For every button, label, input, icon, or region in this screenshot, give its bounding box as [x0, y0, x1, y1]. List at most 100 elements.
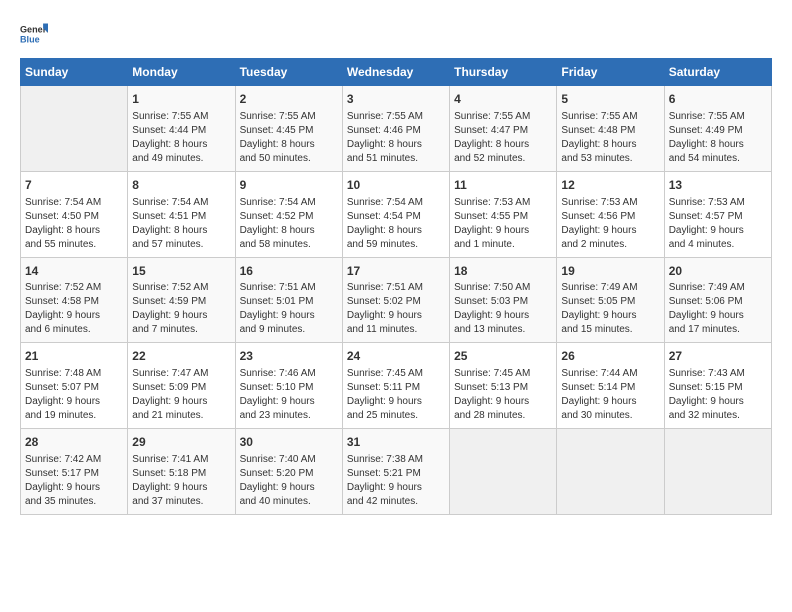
calendar-cell: 29Sunrise: 7:41 AMSunset: 5:18 PMDayligh… [128, 429, 235, 515]
day-info: Sunrise: 7:43 AMSunset: 5:15 PMDaylight:… [669, 367, 767, 423]
day-info: Sunrise: 7:54 AMSunset: 4:50 PMDaylight:… [25, 196, 123, 252]
day-number: 23 [240, 348, 338, 365]
calendar-cell: 25 Sunrise: 7:45 AMSunset: 5:13 PMDayligh… [450, 343, 557, 429]
calendar-cell: 17Sunrise: 7:51 AMSunset: 5:02 PMDayligh… [342, 257, 449, 343]
day-info: Sunrise: 7:52 AMSunset: 4:59 PMDaylight:… [132, 281, 230, 337]
calendar-cell: 27 Sunrise: 7:43 AMSunset: 5:15 PMDayligh… [664, 343, 771, 429]
week-row-4: 21Sunrise: 7:48 AMSunset: 5:07 PMDayligh… [21, 343, 772, 429]
day-number: 1 [132, 91, 230, 108]
calendar-cell: 24 Sunrise: 7:45 AMSunset: 5:11 PMDayligh… [342, 343, 449, 429]
column-header-sunday: Sunday [21, 59, 128, 86]
calendar-cell: 12 Sunrise: 7:53 AMSunset: 4:56 PMDayligh… [557, 171, 664, 257]
day-number: 21 [25, 348, 123, 365]
calendar-cell: 4 Sunrise: 7:55 AMSunset: 4:47 PMDaylight… [450, 86, 557, 172]
day-number: 18 [454, 263, 552, 280]
calendar-cell: 26 Sunrise: 7:44 AMSunset: 5:14 PMDayligh… [557, 343, 664, 429]
day-number: 17 [347, 263, 445, 280]
day-info: Sunrise: 7:53 AMSunset: 4:55 PMDaylight:… [454, 196, 552, 252]
day-number: 10 [347, 177, 445, 194]
day-number: 22 [132, 348, 230, 365]
day-number: 5 [561, 91, 659, 108]
calendar-cell [664, 429, 771, 515]
day-number: 3 [347, 91, 445, 108]
day-info: Sunrise: 7:45 AMSunset: 5:11 PMDaylight:… [347, 367, 445, 423]
week-row-3: 14Sunrise: 7:52 AMSunset: 4:58 PMDayligh… [21, 257, 772, 343]
calendar-cell: 16Sunrise: 7:51 AMSunset: 5:01 PMDayligh… [235, 257, 342, 343]
calendar-cell: 15Sunrise: 7:52 AMSunset: 4:59 PMDayligh… [128, 257, 235, 343]
calendar-cell: 30 Sunrise: 7:40 AMSunset: 5:20 PMDayligh… [235, 429, 342, 515]
day-info: Sunrise: 7:49 AMSunset: 5:06 PMDaylight:… [669, 281, 767, 337]
calendar-cell: 6Sunrise: 7:55 AMSunset: 4:49 PMDaylight… [664, 86, 771, 172]
week-row-5: 28Sunrise: 7:42 AMSunset: 5:17 PMDayligh… [21, 429, 772, 515]
day-number: 27 [669, 348, 767, 365]
calendar-cell: 28Sunrise: 7:42 AMSunset: 5:17 PMDayligh… [21, 429, 128, 515]
calendar-cell: 9 Sunrise: 7:54 AMSunset: 4:52 PMDaylight… [235, 171, 342, 257]
day-info: Sunrise: 7:38 AMSunset: 5:21 PMDaylight:… [347, 453, 445, 509]
day-number: 14 [25, 263, 123, 280]
calendar-cell: 5 Sunrise: 7:55 AMSunset: 4:48 PMDaylight… [557, 86, 664, 172]
logo: General Blue [20, 20, 52, 48]
day-info: Sunrise: 7:54 AMSunset: 4:52 PMDaylight:… [240, 196, 338, 252]
day-info: Sunrise: 7:47 AMSunset: 5:09 PMDaylight:… [132, 367, 230, 423]
day-info: Sunrise: 7:54 AMSunset: 4:51 PMDaylight:… [132, 196, 230, 252]
day-info: Sunrise: 7:53 AMSunset: 4:56 PMDaylight:… [561, 196, 659, 252]
day-number: 19 [561, 263, 659, 280]
calendar-cell: 2 Sunrise: 7:55 AMSunset: 4:45 PMDaylight… [235, 86, 342, 172]
day-number: 2 [240, 91, 338, 108]
day-number: 15 [132, 263, 230, 280]
week-row-1: 1 Sunrise: 7:55 AMSunset: 4:44 PMDaylight… [21, 86, 772, 172]
day-number: 20 [669, 263, 767, 280]
day-info: Sunrise: 7:49 AMSunset: 5:05 PMDaylight:… [561, 281, 659, 337]
calendar-cell: 11 Sunrise: 7:53 AMSunset: 4:55 PMDayligh… [450, 171, 557, 257]
day-info: Sunrise: 7:52 AMSunset: 4:58 PMDaylight:… [25, 281, 123, 337]
day-info: Sunrise: 7:40 AMSunset: 5:20 PMDaylight:… [240, 453, 338, 509]
calendar-cell: 10 Sunrise: 7:54 AMSunset: 4:54 PMDayligh… [342, 171, 449, 257]
calendar-cell [557, 429, 664, 515]
svg-text:Blue: Blue [20, 34, 40, 44]
calendar-cell: 3 Sunrise: 7:55 AMSunset: 4:46 PMDaylight… [342, 86, 449, 172]
day-number: 11 [454, 177, 552, 194]
calendar-cell: 18Sunrise: 7:50 AMSunset: 5:03 PMDayligh… [450, 257, 557, 343]
day-number: 25 [454, 348, 552, 365]
calendar-cell: 20Sunrise: 7:49 AMSunset: 5:06 PMDayligh… [664, 257, 771, 343]
day-number: 13 [669, 177, 767, 194]
column-header-monday: Monday [128, 59, 235, 86]
day-number: 12 [561, 177, 659, 194]
day-number: 6 [669, 91, 767, 108]
day-number: 9 [240, 177, 338, 194]
day-number: 4 [454, 91, 552, 108]
day-info: Sunrise: 7:54 AMSunset: 4:54 PMDaylight:… [347, 196, 445, 252]
day-info: Sunrise: 7:55 AMSunset: 4:47 PMDaylight:… [454, 110, 552, 166]
column-header-tuesday: Tuesday [235, 59, 342, 86]
day-number: 24 [347, 348, 445, 365]
column-header-thursday: Thursday [450, 59, 557, 86]
day-number: 30 [240, 434, 338, 451]
calendar-cell [21, 86, 128, 172]
day-info: Sunrise: 7:55 AMSunset: 4:46 PMDaylight:… [347, 110, 445, 166]
page-header: General Blue [20, 20, 772, 48]
day-info: Sunrise: 7:51 AMSunset: 5:01 PMDaylight:… [240, 281, 338, 337]
calendar-cell: 21Sunrise: 7:48 AMSunset: 5:07 PMDayligh… [21, 343, 128, 429]
day-info: Sunrise: 7:42 AMSunset: 5:17 PMDaylight:… [25, 453, 123, 509]
day-info: Sunrise: 7:41 AMSunset: 5:18 PMDaylight:… [132, 453, 230, 509]
day-number: 31 [347, 434, 445, 451]
calendar-cell: 14Sunrise: 7:52 AMSunset: 4:58 PMDayligh… [21, 257, 128, 343]
day-number: 8 [132, 177, 230, 194]
day-info: Sunrise: 7:45 AMSunset: 5:13 PMDaylight:… [454, 367, 552, 423]
day-info: Sunrise: 7:53 AMSunset: 4:57 PMDaylight:… [669, 196, 767, 252]
day-number: 16 [240, 263, 338, 280]
calendar-table: SundayMondayTuesdayWednesdayThursdayFrid… [20, 58, 772, 515]
calendar-cell: 19Sunrise: 7:49 AMSunset: 5:05 PMDayligh… [557, 257, 664, 343]
day-info: Sunrise: 7:55 AMSunset: 4:48 PMDaylight:… [561, 110, 659, 166]
day-number: 26 [561, 348, 659, 365]
day-info: Sunrise: 7:55 AMSunset: 4:44 PMDaylight:… [132, 110, 230, 166]
column-header-friday: Friday [557, 59, 664, 86]
calendar-cell: 23Sunrise: 7:46 AMSunset: 5:10 PMDayligh… [235, 343, 342, 429]
calendar-cell: 1 Sunrise: 7:55 AMSunset: 4:44 PMDaylight… [128, 86, 235, 172]
day-info: Sunrise: 7:55 AMSunset: 4:45 PMDaylight:… [240, 110, 338, 166]
calendar-cell: 8 Sunrise: 7:54 AMSunset: 4:51 PMDaylight… [128, 171, 235, 257]
calendar-cell: 22 Sunrise: 7:47 AMSunset: 5:09 PMDayligh… [128, 343, 235, 429]
header-row: SundayMondayTuesdayWednesdayThursdayFrid… [21, 59, 772, 86]
day-info: Sunrise: 7:44 AMSunset: 5:14 PMDaylight:… [561, 367, 659, 423]
column-header-wednesday: Wednesday [342, 59, 449, 86]
